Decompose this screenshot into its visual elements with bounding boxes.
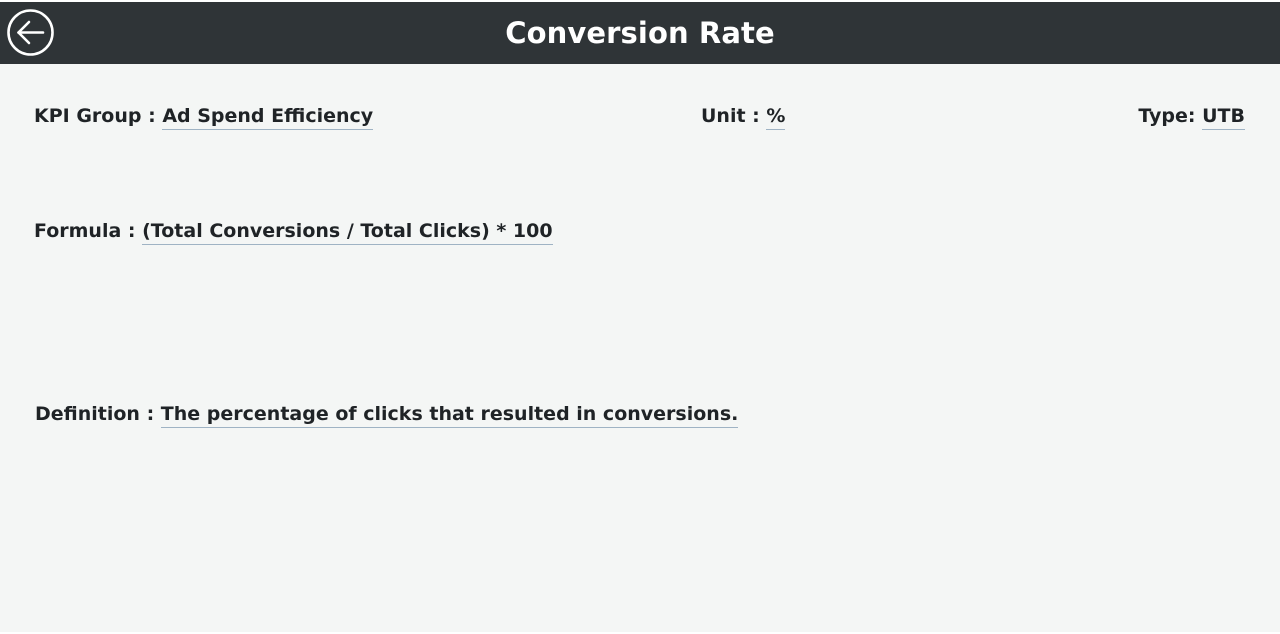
definition-value: The percentage of clicks that resulted i… <box>160 402 739 428</box>
type-label: Type: <box>1138 105 1203 127</box>
unit-field: Unit : % <box>701 103 786 131</box>
kpi-group-label: KPI Group : <box>34 105 163 127</box>
unit-value: % <box>766 104 786 130</box>
kpi-group-field: KPI Group : Ad Spend Efficiency <box>34 103 374 131</box>
type-value: UTB <box>1202 104 1245 130</box>
page-title: Conversion Rate <box>505 16 775 50</box>
definition-field: Definition : The percentage of clicks th… <box>35 401 739 429</box>
formula-field: Formula : (Total Conversions / Total Cli… <box>34 218 553 246</box>
back-button[interactable] <box>7 9 54 56</box>
arrow-left-circle-icon <box>7 9 54 56</box>
type-field: Type: UTB <box>1138 103 1245 131</box>
definition-label: Definition : <box>35 403 161 425</box>
formula-label: Formula : <box>34 220 143 242</box>
formula-value: (Total Conversions / Total Clicks) * 100 <box>142 219 553 245</box>
kpi-group-value: Ad Spend Efficiency <box>162 104 374 130</box>
header-bar: Conversion Rate <box>0 2 1280 64</box>
unit-label: Unit : <box>701 105 767 127</box>
